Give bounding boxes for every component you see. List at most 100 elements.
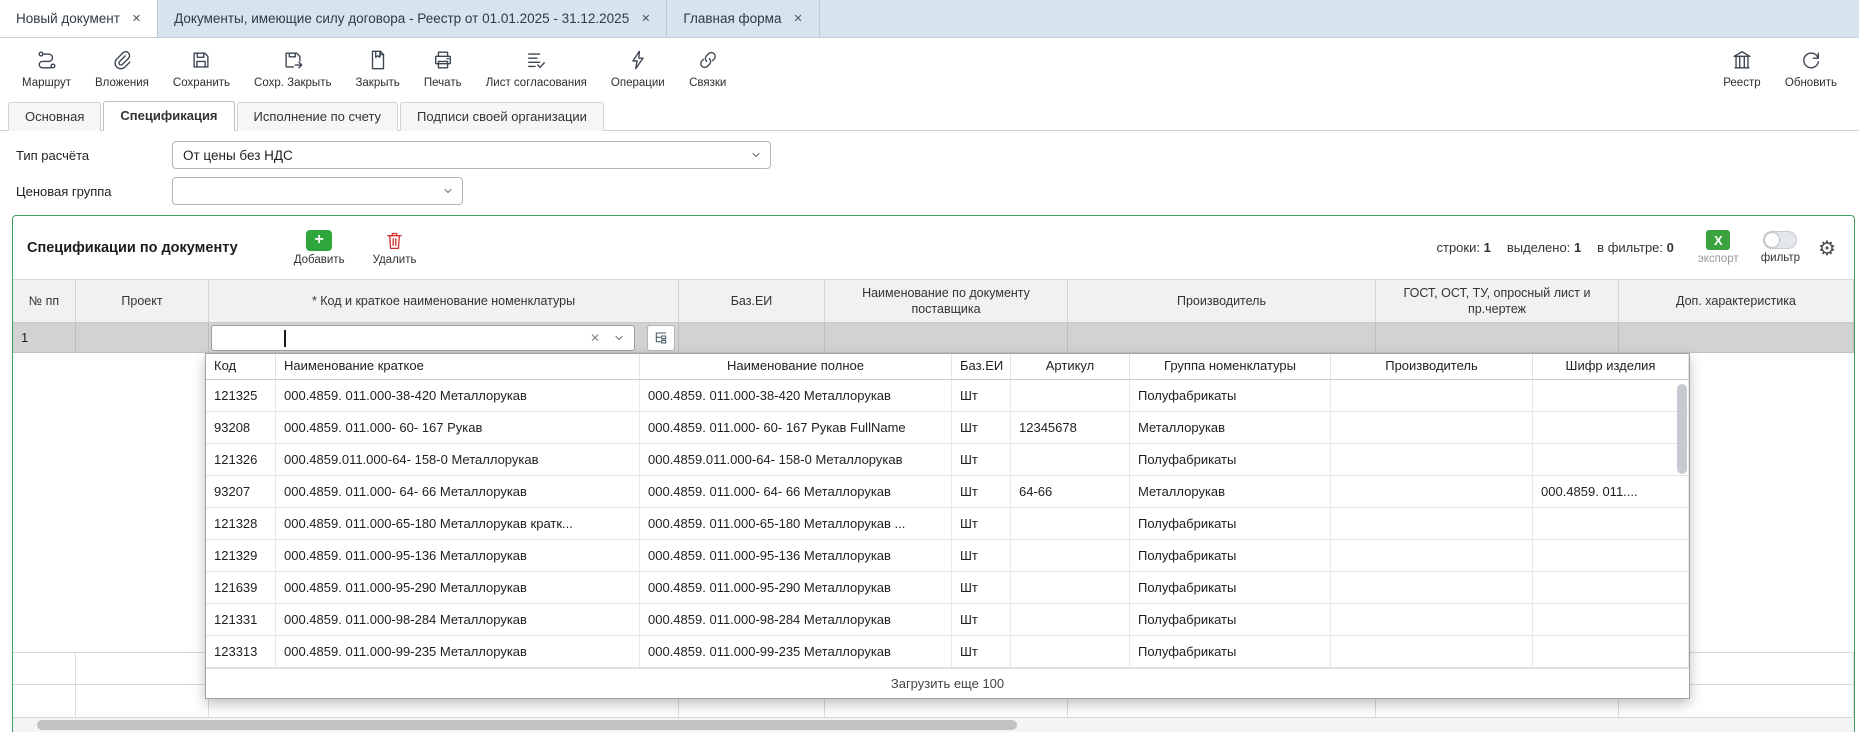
toolbar-button-route[interactable]: Маршрут (10, 45, 83, 93)
dropdown-cell: 000.4859. 011.000- 60- 167 Рукав FullNam… (640, 412, 952, 443)
toggle-switch[interactable] (1763, 231, 1797, 249)
dropdown-column-header-4: Баз.ЕИ (952, 354, 1011, 379)
load-more-button[interactable]: Загрузить еще 100 (206, 668, 1689, 698)
spec-table-row[interactable]: 1 ✕ (13, 323, 1854, 353)
toolbar-button-label: Сохранить (173, 77, 230, 89)
project-cell[interactable] (76, 323, 209, 352)
nomenclature-dropdown: КодНаименование краткоеНаименование полн… (205, 353, 1690, 699)
calc-type-row: Тип расчёта От цены без НДС (16, 137, 1859, 173)
close-tab-icon[interactable]: ✕ (132, 12, 141, 25)
toolbar-button-save[interactable]: Сохранить (161, 45, 242, 93)
dropdown-header: КодНаименование краткоеНаименование полн… (206, 354, 1689, 380)
dropdown-cell: 000.4859. 011.000- 60- 167 Рукав (276, 412, 640, 443)
chevron-down-icon[interactable] (613, 332, 625, 344)
toolbar-button-save-close[interactable]: Сохр. Закрыть (242, 45, 343, 93)
calc-type-select[interactable]: От цены без НДС (172, 141, 771, 169)
dropdown-cell: Полуфабрикаты (1130, 380, 1331, 411)
delete-row-button[interactable]: Удалить (373, 230, 417, 266)
dropdown-row[interactable]: 121329000.4859. 011.000-95-136 Металлору… (206, 540, 1689, 572)
toolbar-button-approval-sheet[interactable]: Лист согласования (474, 45, 599, 93)
form-tab-1[interactable]: Основная (8, 102, 101, 131)
dropdown-body: 121325000.4859. 011.000-38-420 Металлору… (206, 380, 1689, 668)
dropdown-cell: 121326 (206, 444, 276, 475)
toolbar-button-label: Закрыть (355, 77, 399, 89)
dropdown-row[interactable]: 121325000.4859. 011.000-38-420 Металлору… (206, 380, 1689, 412)
dropdown-row[interactable]: 121326000.4859.011.000-64- 158-0 Металло… (206, 444, 1689, 476)
dropdown-cell: 93208 (206, 412, 276, 443)
dropdown-scrollbar-thumb[interactable] (1677, 384, 1687, 474)
toolbar-button-links[interactable]: Связки (677, 45, 739, 93)
toolbar-button-registry[interactable]: Реестр (1711, 45, 1773, 93)
selected-count-label: выделено: (1507, 240, 1570, 255)
dropdown-cell: Полуфабрикаты (1130, 540, 1331, 571)
nomenclature-cell[interactable]: ✕ (209, 323, 679, 352)
column-header-5: Наименование по документу поставщика (825, 280, 1068, 322)
toolbar: Маршрут Вложения Сохранить Сохр. Закрыть Зак… (0, 38, 1859, 100)
dropdown-row[interactable]: 121331000.4859. 011.000-98-284 Металлору… (206, 604, 1689, 636)
toolbar-button-label: Вложения (95, 77, 149, 89)
dropdown-cell (1533, 508, 1689, 539)
dropdown-cell: Шт (952, 540, 1011, 571)
dropdown-cell: Шт (952, 508, 1011, 539)
dropdown-row[interactable]: 123313000.4859. 011.000-99-235 Металлору… (206, 636, 1689, 668)
dropdown-cell (1011, 540, 1130, 571)
refresh-icon (1800, 49, 1822, 74)
dropdown-cell: Металлорукав (1130, 476, 1331, 507)
dropdown-row[interactable]: 93208000.4859. 011.000- 60- 167 Рукав000… (206, 412, 1689, 444)
nomenclature-combobox-input[interactable]: ✕ (211, 325, 635, 351)
dropdown-row[interactable]: 121639000.4859. 011.000-95-290 Металлору… (206, 572, 1689, 604)
dropdown-cell (1533, 412, 1689, 443)
dropdown-cell: 12345678 (1011, 412, 1130, 443)
dropdown-cell (1011, 380, 1130, 411)
form-tab-2[interactable]: Спецификация (103, 101, 234, 131)
window-tab-3[interactable]: Главная форма✕ (667, 0, 819, 37)
horizontal-scrollbar-thumb[interactable] (37, 720, 1017, 730)
attachments-icon (111, 49, 133, 74)
close-tab-icon[interactable]: ✕ (641, 12, 650, 25)
toolbar-button-label: Реестр (1723, 77, 1760, 89)
column-header-3: * Код и краткое наименование номенклатур… (209, 280, 679, 322)
filter-label: фильтр (1761, 252, 1800, 264)
toolbar-button-label: Печать (424, 77, 462, 89)
form-tab-3[interactable]: Исполнение по счету (237, 102, 399, 131)
manufacturer-cell[interactable] (1068, 323, 1376, 352)
toolbar-button-attachments[interactable]: Вложения (83, 45, 161, 93)
close-tab-icon[interactable]: ✕ (793, 12, 802, 25)
links-icon (697, 49, 719, 74)
gost-cell[interactable] (1376, 323, 1619, 352)
window-tab-2[interactable]: Документы, имеющие силу договора - Реест… (158, 0, 667, 37)
column-header-7: ГОСТ, ОСТ, ТУ, опросный лист и пр.чертеж (1376, 280, 1619, 322)
window-tab-1[interactable]: Новый документ✕ (0, 0, 158, 37)
dropdown-cell: Шт (952, 476, 1011, 507)
filter-toggle[interactable]: фильтр (1761, 231, 1800, 264)
dropdown-cell: Шт (952, 636, 1011, 667)
clear-icon[interactable]: ✕ (590, 332, 600, 344)
dropdown-row[interactable]: 121328000.4859. 011.000-65-180 Металлору… (206, 508, 1689, 540)
toolbar-button-close-doc[interactable]: Закрыть (343, 45, 411, 93)
dropdown-cell: 121325 (206, 380, 276, 411)
excel-export-button[interactable]: X экспорт (1698, 230, 1739, 265)
dropdown-column-header-5: Артикул (1011, 354, 1130, 379)
extra-characteristic-cell[interactable] (1619, 323, 1854, 352)
dropdown-row[interactable]: 93207000.4859. 011.000- 64- 66 Металлору… (206, 476, 1689, 508)
dropdown-cell (1331, 540, 1533, 571)
filtered-count-label: в фильтре: (1597, 240, 1663, 255)
toolbar-button-print[interactable]: Печать (412, 45, 474, 93)
hierarchy-picker-button[interactable] (647, 325, 675, 351)
save-close-icon (282, 49, 304, 74)
base-unit-cell[interactable] (679, 323, 825, 352)
dropdown-column-header-2: Наименование краткое (276, 354, 640, 379)
add-row-button[interactable]: + Добавить (294, 230, 345, 266)
toolbar-button-operations[interactable]: Операции (599, 45, 677, 93)
form-tab-4[interactable]: Подписи своей организации (400, 102, 604, 131)
form-fields: Тип расчёта От цены без НДС Ценовая груп… (0, 131, 1859, 209)
horizontal-scrollbar[interactable] (13, 718, 1854, 732)
price-group-select[interactable] (172, 177, 463, 205)
supplier-name-cell[interactable] (825, 323, 1068, 352)
dropdown-cell: Шт (952, 412, 1011, 443)
dropdown-column-header-1: Код (206, 354, 276, 379)
toolbar-button-refresh[interactable]: Обновить (1773, 45, 1849, 93)
empty-grid-cell (76, 653, 209, 684)
add-row-label: Добавить (294, 254, 345, 266)
gear-icon[interactable]: ⚙ (1818, 238, 1836, 258)
